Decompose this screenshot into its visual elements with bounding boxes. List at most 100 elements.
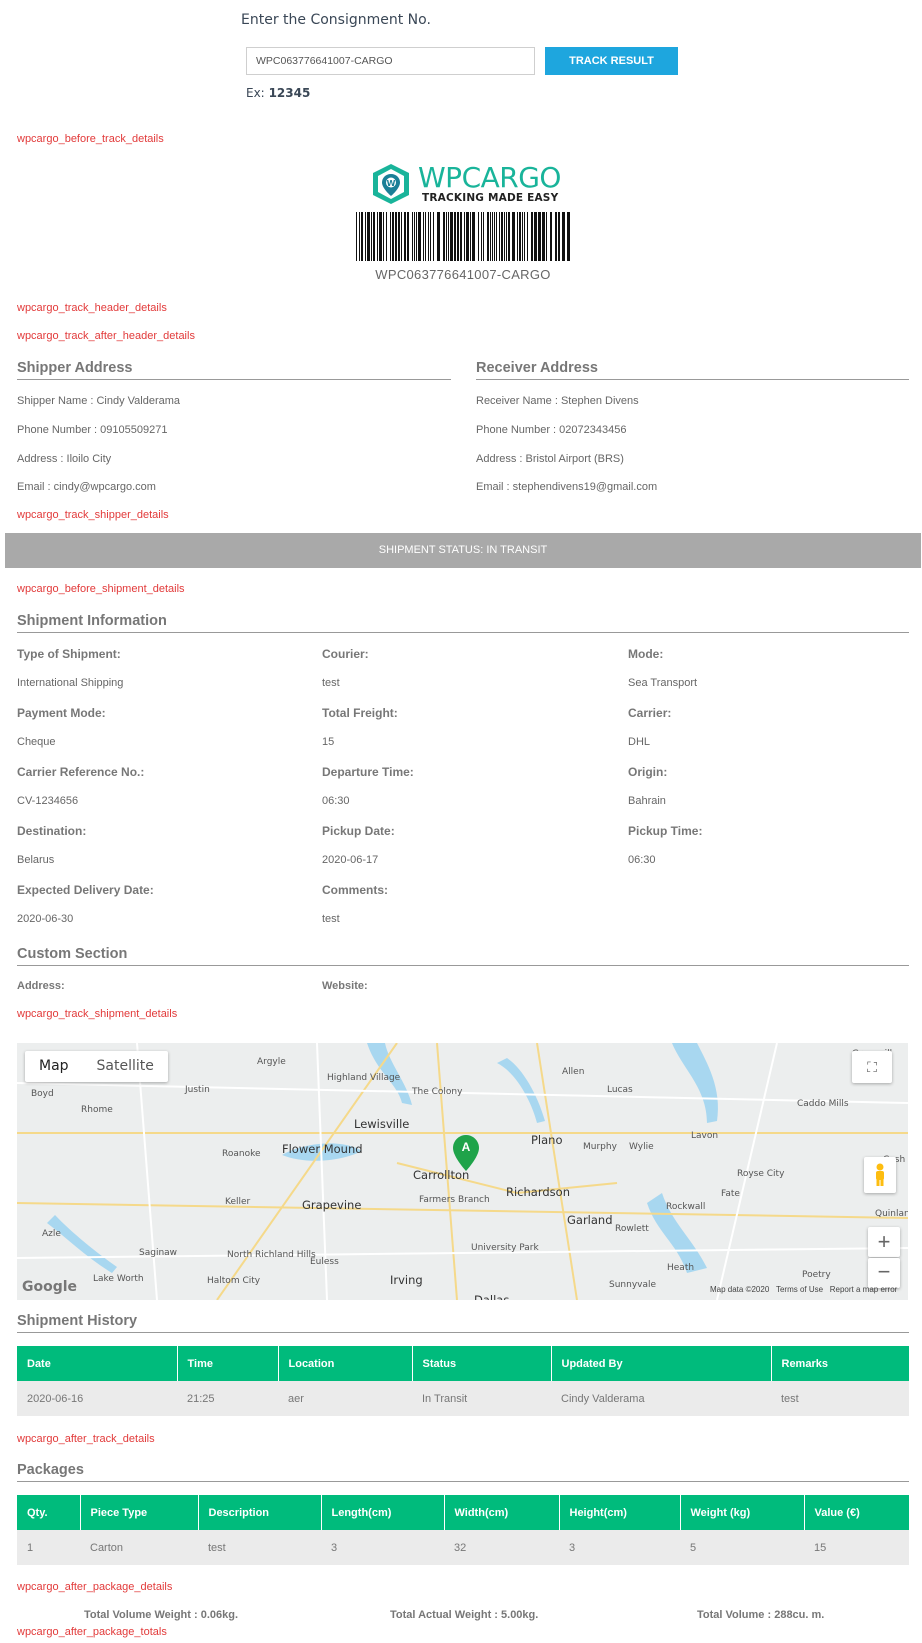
table-cell: aer <box>278 1381 412 1416</box>
table-cell: test <box>198 1530 321 1565</box>
field-value: 06:30 <box>322 795 350 807</box>
map-place-label: Richardson <box>506 1185 570 1199</box>
field-label: Departure Time: <box>322 765 414 779</box>
map-place-label: Irving <box>390 1273 423 1287</box>
receiver-name: Receiver Name : Stephen Divens <box>476 395 639 407</box>
map-place-label: Rhome <box>81 1105 113 1115</box>
field-label: Carrier: <box>628 706 672 720</box>
column-header: Description <box>198 1495 322 1530</box>
map-place-label: Lake Worth <box>93 1274 144 1284</box>
map-place-label: Flower Mound <box>282 1142 363 1156</box>
map-marker-label: A <box>461 1140 471 1154</box>
hook-track-shipment-details: wpcargo_track_shipment_details <box>17 1008 178 1020</box>
shipper-address-title: Shipper Address <box>17 360 451 380</box>
table-cell: 1 <box>17 1530 80 1565</box>
hook-track-after-header-details: wpcargo_track_after_header_details <box>17 330 195 342</box>
barcode-image <box>356 212 570 261</box>
total-volume-weight: Total Volume Weight : 0.06kg. <box>84 1609 239 1621</box>
terms-of-use-link[interactable]: Terms of Use <box>776 1285 823 1294</box>
svg-text:W: W <box>387 179 396 188</box>
table-cell: 3 <box>321 1530 444 1565</box>
column-header: Height(cm) <box>559 1495 681 1530</box>
table-cell: Carton <box>80 1530 198 1565</box>
custom-section-title: Custom Section <box>17 946 909 966</box>
shipper-name: Shipper Name : Cindy Valderama <box>17 395 181 407</box>
logo-wordmark: WPCARGO <box>418 161 561 194</box>
shipment-history-title: Shipment History <box>17 1313 909 1333</box>
map-place-label: Rowlett <box>615 1224 649 1234</box>
shipment-history-table: Date Time Location Status Updated By Remarks 2… <box>17 1346 909 1416</box>
table-cell: In Transit <box>412 1381 551 1416</box>
zoom-in-button[interactable]: + <box>868 1227 900 1257</box>
map-place-label: Allen <box>562 1067 585 1077</box>
custom-website-label: Website: <box>322 980 368 992</box>
field-value: Cheque <box>17 736 56 748</box>
logo-tagline: TRACKING MADE EASY <box>422 192 559 204</box>
map-marker-a[interactable]: A <box>453 1135 479 1171</box>
table-cell: 2020-06-16 <box>17 1381 177 1416</box>
barcode-number: WPC063776641007-CARGO <box>375 267 551 282</box>
field-label: Pickup Time: <box>628 824 703 838</box>
field-label: Payment Mode: <box>17 706 106 720</box>
map-tab-satellite[interactable]: Satellite <box>83 1051 168 1082</box>
shipper-email: Email : cindy@wpcargo.com <box>17 481 156 493</box>
map-tab-map[interactable]: Map <box>25 1051 83 1082</box>
consignment-title: Enter the Consignment No. <box>241 12 431 28</box>
fullscreen-icon[interactable]: ⛶ <box>852 1051 892 1083</box>
receiver-address-title: Receiver Address <box>476 360 909 380</box>
field-value: Sea Transport <box>628 677 698 689</box>
shipper-address: Address : Iloilo City <box>17 453 112 465</box>
field-value: DHL <box>628 736 651 748</box>
zoom-out-button[interactable]: − <box>868 1258 900 1288</box>
field-value: 06:30 <box>628 854 656 866</box>
track-result-button[interactable]: TRACK RESULT <box>545 47 678 75</box>
shipment-map[interactable]: GreenvillArgyleHighland VillageAllenJust… <box>17 1043 908 1300</box>
table-cell: 15 <box>804 1530 909 1565</box>
custom-address-label: Address: <box>17 980 65 992</box>
report-map-error-link[interactable]: Report a map error <box>830 1285 898 1294</box>
field-value: 2020-06-30 <box>17 913 74 925</box>
column-header: Date <box>17 1346 178 1381</box>
field-label: Courier: <box>322 647 369 661</box>
field-label: Total Freight: <box>322 706 398 720</box>
shipper-phone: Phone Number : 09105509271 <box>17 424 168 436</box>
column-header: Time <box>177 1346 279 1381</box>
table-cell: 32 <box>444 1530 559 1565</box>
column-header: Qty. <box>17 1495 81 1530</box>
column-header: Status <box>412 1346 552 1381</box>
map-place-label: Euless <box>310 1257 339 1267</box>
consignment-input[interactable] <box>246 47 535 75</box>
map-place-label: University Park <box>471 1243 539 1253</box>
street-view-pegman-icon[interactable] <box>864 1157 896 1193</box>
map-place-label: Keller <box>225 1197 251 1207</box>
field-value: 15 <box>322 736 335 748</box>
wpcargo-logo: W WPCARGO TRACKING MADE EASY <box>369 161 561 206</box>
map-place-label: The Colony <box>412 1087 463 1097</box>
field-label: Expected Delivery Date: <box>17 883 154 897</box>
table-cell: 21:25 <box>177 1381 278 1416</box>
table-row: 1 Carton test 3 32 3 5 15 <box>17 1530 909 1565</box>
map-attribution: Map data ©2020 Terms of Use Report a map… <box>710 1285 898 1294</box>
hook-before-track-details: wpcargo_before_track_details <box>17 133 164 145</box>
map-place-label: Lucas <box>607 1085 633 1095</box>
example-text: Ex: 12345 <box>246 86 311 100</box>
hook-after-package-details: wpcargo_after_package_details <box>17 1581 173 1593</box>
field-label: Origin: <box>628 765 668 779</box>
map-place-label: Roanoke <box>222 1149 261 1159</box>
receiver-address: Address : Bristol Airport (BRS) <box>476 453 624 465</box>
table-row: 2020-06-16 21:25 aer In Transit Cindy Valder… <box>17 1381 909 1416</box>
google-logo: Google <box>22 1279 78 1295</box>
field-value: test <box>322 913 340 925</box>
map-place-label: North Richland Hills <box>227 1250 316 1260</box>
table-cell: Cindy Valderama <box>551 1381 771 1416</box>
shipment-status-bar: SHIPMENT STATUS: IN TRANSIT <box>5 533 921 568</box>
table-cell: 5 <box>680 1530 804 1565</box>
field-value: Belarus <box>17 854 55 866</box>
map-place-label: Lavon <box>691 1131 719 1141</box>
hook-track-header-details: wpcargo_track_header_details <box>17 302 167 314</box>
column-header: Weight (kg) <box>680 1495 805 1530</box>
field-value: International Shipping <box>17 677 124 689</box>
column-header: Location <box>278 1346 413 1381</box>
map-place-label: Quinlan <box>875 1209 908 1219</box>
column-header: Width(cm) <box>444 1495 560 1530</box>
